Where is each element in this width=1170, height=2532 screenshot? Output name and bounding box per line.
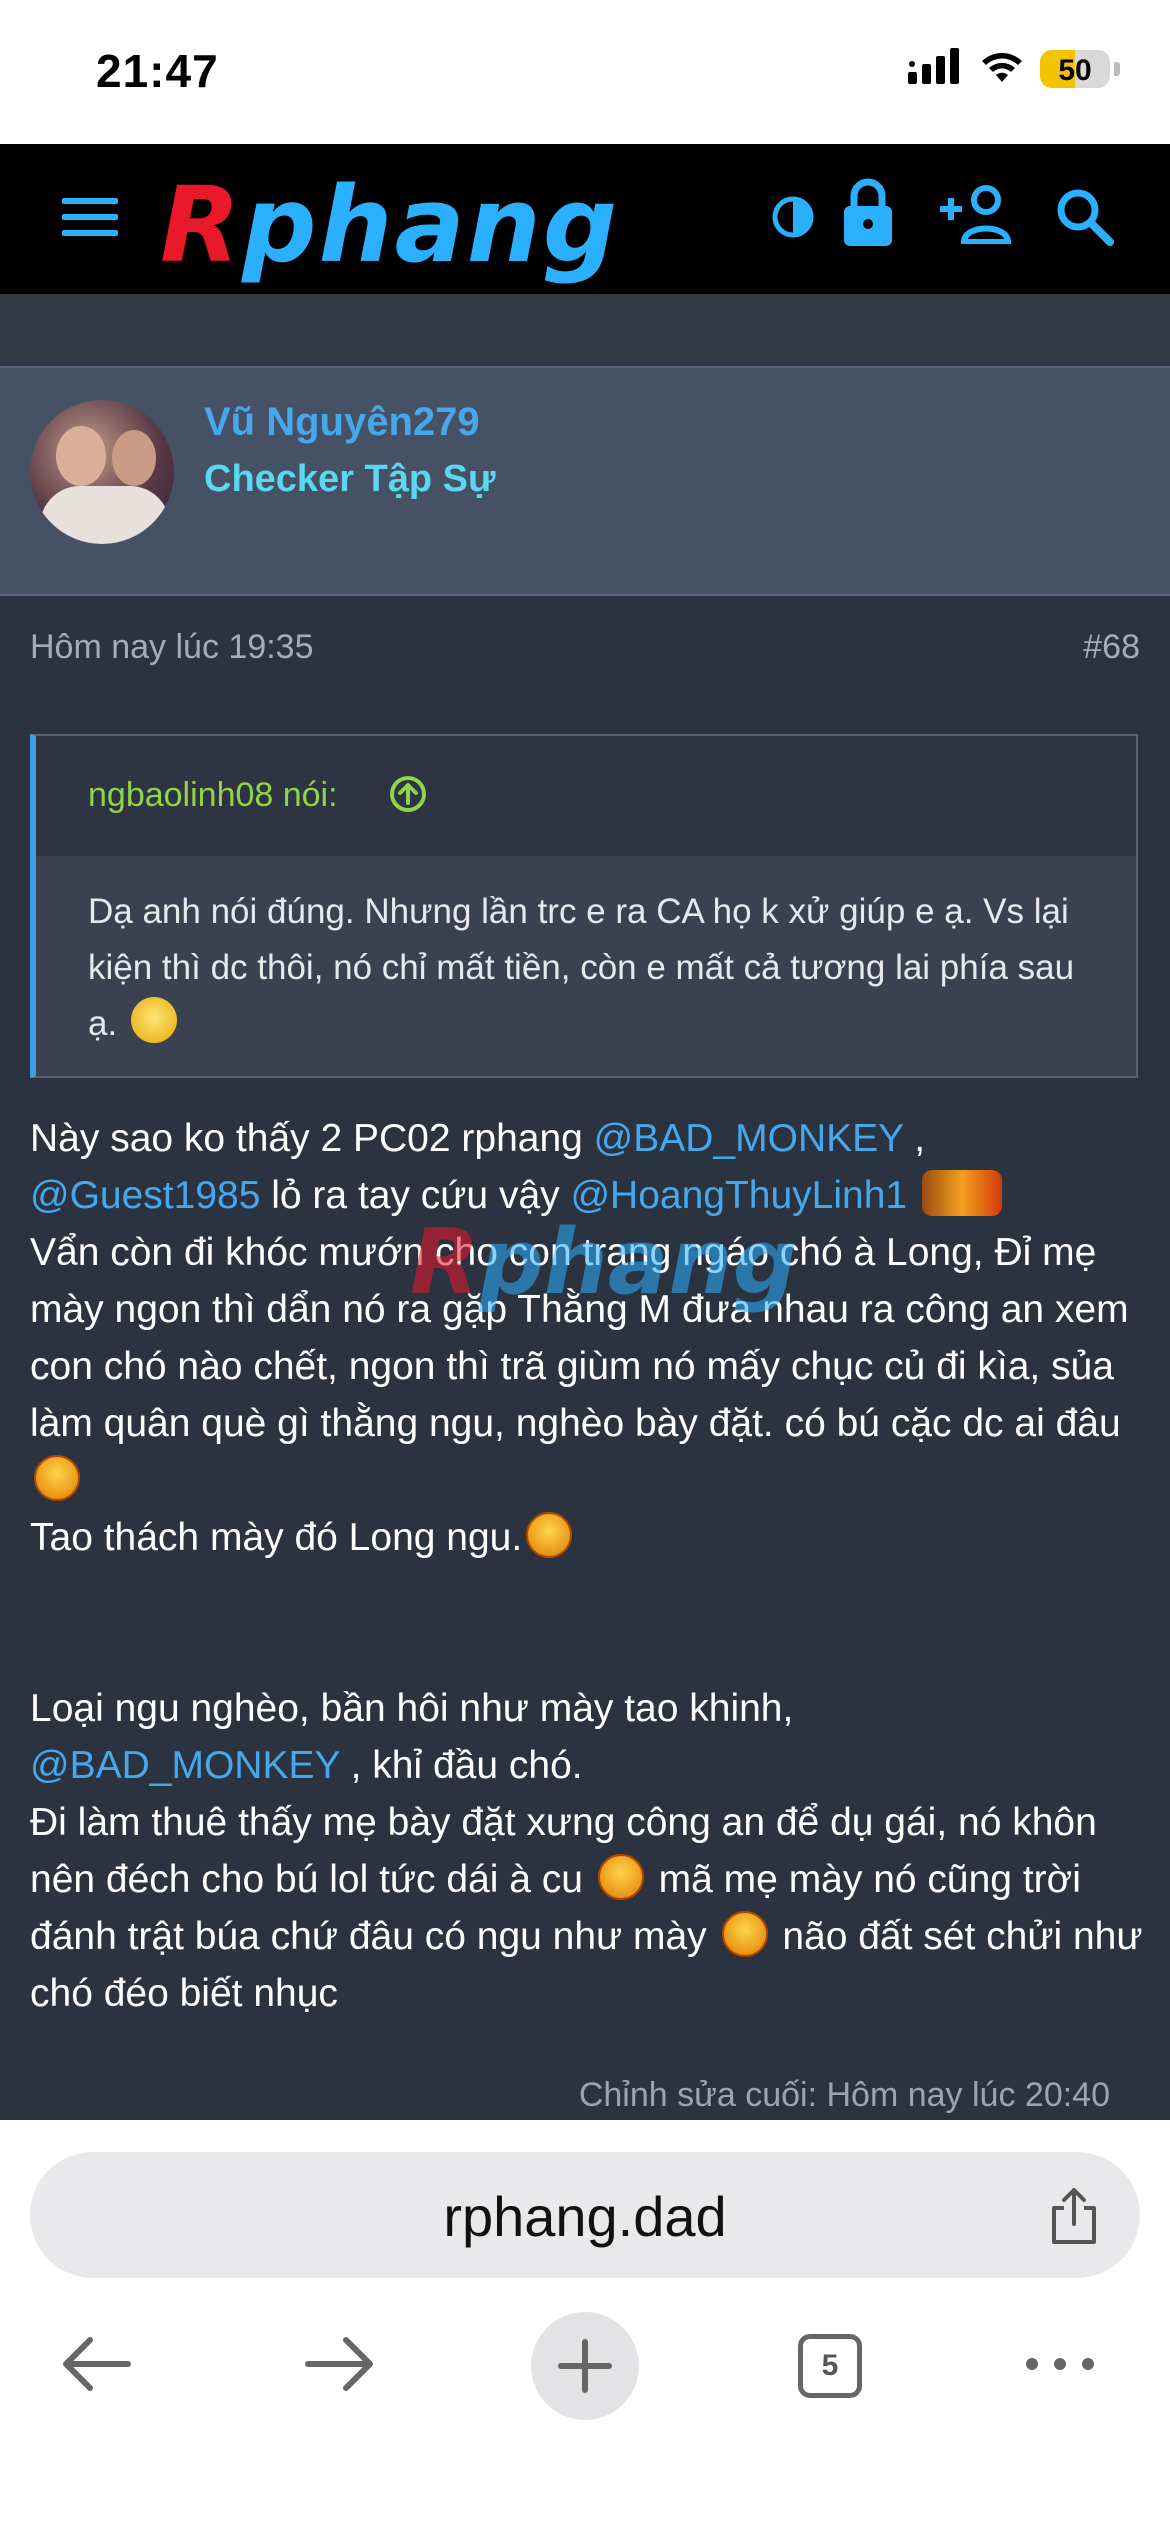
post-text: , khỉ đầu chó. [339, 1744, 583, 1787]
mention-link[interactable]: @BAD_MONKEY [30, 1744, 340, 1787]
quote-jump-icon[interactable] [388, 774, 428, 819]
post-paragraph: Này sao ko thấy 2 PC02 rphang @BAD_MONKE… [30, 1110, 1145, 1566]
battery-cap [1114, 61, 1120, 76]
forward-button[interactable] [280, 2306, 400, 2426]
post-paragraph: Loại ngu nghèo, bần hôi như mày tao khin… [30, 1680, 1145, 2022]
new-tab-button[interactable] [525, 2306, 645, 2426]
browser-nav: 5 [0, 2306, 1170, 2426]
signal-icon [908, 48, 964, 89]
post-date[interactable]: Hôm nay lúc 19:35 [30, 628, 314, 667]
back-button[interactable] [36, 2306, 156, 2426]
site-header: Rphang [0, 144, 1170, 294]
username[interactable]: Vũ Nguyên279 [204, 400, 480, 445]
quote-header: ngbaolinh08 nói: [36, 736, 1136, 856]
mention-link[interactable]: @BAD_MONKEY [594, 1117, 904, 1160]
quote-text: Dạ anh nói đúng. Nhưng lần trc e ra CA h… [88, 884, 1098, 1052]
user-title: Checker Tập Sự [204, 458, 496, 500]
tab-count: 5 [821, 2349, 839, 2382]
url-text[interactable]: rphang.dad [30, 2184, 1140, 2249]
post-text: Này sao ko thấy 2 PC02 rphang [30, 1117, 594, 1160]
forward-icon [304, 2336, 376, 2397]
mention-link[interactable]: @Guest1985 [30, 1174, 260, 1217]
status-time: 21:47 [96, 45, 219, 97]
search-icon[interactable] [1054, 186, 1114, 251]
watermark-letter: R [410, 1210, 480, 1315]
laugh-emoji-icon [597, 1854, 644, 1900]
tabs-icon: 5 [798, 2334, 862, 2398]
fire-emoji-icon [921, 1170, 1002, 1216]
logo-letter: R [160, 164, 243, 286]
laugh-emoji-icon [34, 1455, 80, 1501]
laugh-emoji-icon [526, 1512, 573, 1558]
post-spacer [30, 1566, 1145, 1680]
watermark-text: phang [479, 1210, 798, 1315]
laugh-emoji-icon [721, 1911, 768, 1957]
battery-icon: 50 [1040, 49, 1110, 88]
theme-toggle-icon[interactable] [770, 194, 816, 245]
post-number[interactable]: #68 [1083, 628, 1140, 667]
menu-icon[interactable] [60, 192, 120, 247]
wifi-icon [978, 48, 1026, 89]
watermark-logo: Rphang [410, 1210, 797, 1315]
status-bar: 21:47 50 [0, 0, 1170, 144]
browser-toolbar: rphang.dad 5 [0, 2120, 1170, 2532]
back-icon [60, 2336, 132, 2397]
logo-text: phang [242, 164, 620, 286]
site-logo[interactable]: Rphang [160, 164, 619, 286]
post-text: Tao thách mày đó Long ngu. [30, 1516, 523, 1559]
avatar-face [56, 426, 106, 486]
more-button[interactable] [1000, 2306, 1120, 2426]
status-icons: 50 [908, 48, 1120, 89]
quote-block: ngbaolinh08 nói: Dạ anh nói đúng. Nhưng … [30, 734, 1138, 1078]
post-text: , [903, 1117, 926, 1160]
avatar-face [112, 430, 156, 486]
quote-text-content: Dạ anh nói đúng. Nhưng lần trc e ra CA h… [88, 892, 1075, 1043]
share-icon[interactable] [1048, 2186, 1100, 2251]
post-text: Loại ngu nghèo, bần hôi như mày tao khin… [30, 1687, 794, 1730]
post-user-panel: Vũ Nguyên279 Checker Tập Sự [0, 366, 1170, 596]
quote-author[interactable]: ngbaolinh08 nói: [88, 776, 338, 815]
sad-emoji-icon [130, 997, 177, 1043]
last-edited: Chỉnh sửa cuối: Hôm nay lúc 20:40 [578, 2076, 1110, 2114]
tabs-button[interactable]: 5 [770, 2306, 890, 2426]
new-tab-icon [531, 2312, 639, 2420]
address-bar[interactable]: rphang.dad [30, 2152, 1140, 2278]
avatar[interactable] [30, 400, 174, 544]
lock-icon[interactable] [840, 176, 896, 253]
more-icon [1024, 2356, 1096, 2377]
header-subbar [0, 294, 1170, 366]
battery-label: 50 [1058, 53, 1092, 87]
add-user-icon[interactable] [940, 184, 1012, 249]
avatar-body [40, 486, 170, 544]
